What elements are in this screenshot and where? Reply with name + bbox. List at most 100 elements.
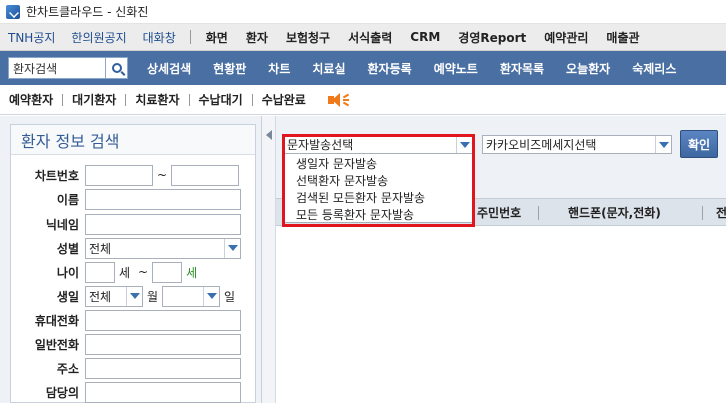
address-input[interactable]: [85, 357, 241, 379]
chart-no-from-input[interactable]: [85, 164, 153, 186]
label-mobile: 휴대전화: [34, 313, 79, 328]
row-birth: 생일 전체 월 일: [11, 285, 257, 307]
nav-form-print[interactable]: 서식출력: [339, 29, 401, 46]
column-divider: [702, 206, 703, 220]
patient-search-box: [8, 57, 128, 79]
menu-treatment-room[interactable]: 치료실: [301, 60, 356, 77]
menu-detail-search[interactable]: 상세검색: [136, 60, 202, 77]
nav-clinic-notice[interactable]: 한의원공지: [63, 29, 134, 46]
sms-select-value: 문자발송선택: [287, 138, 354, 152]
chevron-down-icon: [206, 293, 217, 299]
nav-crm[interactable]: CRM: [401, 30, 449, 44]
row-chart-no: 차트번호 ~: [11, 164, 257, 186]
nickname-input[interactable]: [85, 213, 241, 235]
age-unit-from: 세: [119, 265, 131, 280]
column-mobile[interactable]: 핸드폰(문자,전화): [568, 204, 661, 221]
nav-screen[interactable]: 화면: [197, 29, 237, 46]
column-resident-no[interactable]: 주민번호: [477, 204, 521, 221]
chevron-down-icon: [658, 141, 669, 148]
sms-option-birthday[interactable]: 생일자 문자발송: [284, 156, 472, 173]
status-reserved-patients[interactable]: 예약환자: [0, 91, 62, 108]
label-manager: 담당의: [45, 385, 79, 400]
app-icon: [6, 4, 20, 19]
manager-input[interactable]: [85, 381, 241, 403]
nav-patient[interactable]: 환자: [237, 29, 277, 46]
patient-search-panel: 환자 정보 검색 차트번호 ~ 이름 닉네임 성별 전체 나이 세 ~ 세 생일…: [0, 116, 262, 403]
nav-tnh-notice[interactable]: TNH공지: [0, 29, 63, 46]
menu-reservation-note[interactable]: 예약노트: [423, 60, 489, 77]
gender-value: 전체: [89, 241, 112, 256]
label-gender: 성별: [56, 241, 79, 256]
nav-management-report[interactable]: 경영Report: [449, 29, 535, 46]
menu-homework-list[interactable]: 숙제리스: [621, 60, 687, 77]
age-to-input[interactable]: [152, 261, 183, 283]
chevron-down-icon: [459, 141, 470, 148]
menu-chart[interactable]: 차트: [257, 60, 301, 77]
row-phone: 일반전화: [11, 333, 257, 355]
age-from-input[interactable]: [85, 261, 115, 283]
nav-sales[interactable]: 매출관: [597, 29, 648, 46]
sms-option-selected[interactable]: 선택환자 문자발송: [284, 173, 472, 190]
panel-splitter[interactable]: [262, 116, 276, 403]
row-nickname: 닉네임: [11, 213, 257, 235]
chart-no-to-input[interactable]: [171, 164, 240, 186]
menu-today-patients[interactable]: 오늘환자: [555, 60, 621, 77]
confirm-button[interactable]: 확인: [680, 130, 718, 158]
status-payment-complete[interactable]: 수납완료: [253, 91, 315, 108]
row-name: 이름: [11, 188, 257, 210]
menu-patient-list[interactable]: 환자목록: [489, 60, 555, 77]
row-age: 나이 세 ~ 세: [11, 261, 257, 283]
birth-day-select[interactable]: [162, 285, 221, 307]
row-mobile: 휴대전화: [11, 309, 257, 331]
patient-search-input[interactable]: [9, 58, 105, 78]
sms-options-list: 생일자 문자발송 선택환자 문자발송 검색된 모든환자 문자발송 모든 등록환자…: [283, 153, 473, 223]
menu-patient-register[interactable]: 환자등록: [357, 60, 423, 77]
column-partial[interactable]: 전: [716, 204, 726, 221]
row-manager: 담당의: [11, 381, 257, 403]
label-name: 이름: [56, 192, 79, 207]
status-payment-waiting[interactable]: 수납대기: [190, 91, 252, 108]
window-titlebar: 한차트클라우드 - 신화진: [0, 0, 726, 24]
mobile-input[interactable]: [85, 309, 241, 331]
label-chart-no: 차트번호: [34, 168, 79, 183]
birth-month-unit: 월: [147, 289, 159, 304]
name-input[interactable]: [85, 188, 241, 210]
status-treatment-patients[interactable]: 치료환자: [126, 91, 188, 108]
results-panel: 문자발송선택 생일자 문자발송 선택환자 문자발송 검색된 모든환자 문자발송 …: [276, 116, 726, 403]
row-gender: 성별 전체: [11, 237, 257, 259]
range-tilde: ~: [157, 168, 168, 182]
search-button[interactable]: [105, 58, 127, 78]
label-nickname: 닉네임: [45, 217, 79, 232]
sms-option-all-registered[interactable]: 모든 등록환자 문자발송: [284, 207, 472, 224]
phone-input[interactable]: [85, 333, 241, 355]
column-divider: [538, 206, 539, 220]
patient-status-bar: 예약환자 대기환자 치료환자 수납대기 수납완료: [0, 85, 726, 115]
sms-option-searched-all[interactable]: 검색된 모든환자 문자발송: [284, 190, 472, 207]
sms-send-select[interactable]: 문자발송선택: [283, 135, 473, 154]
chevron-down-icon: [227, 245, 238, 251]
status-waiting-patients[interactable]: 대기환자: [63, 91, 125, 108]
label-age: 나이: [56, 265, 79, 280]
panel-title: 환자 정보 검색: [11, 125, 255, 155]
sms-toolbar: 문자발송선택 생일자 문자발송 선택환자 문자발송 검색된 모든환자 문자발송 …: [276, 116, 726, 227]
nav-insurance-claim[interactable]: 보험청구: [277, 29, 339, 46]
kakao-message-select[interactable]: 카카오비즈메세지선택: [482, 135, 672, 154]
main-menubar: 상세검색 현황판 차트 치료실 환자등록 예약노트 환자목록 오늘환자 숙제리스: [0, 51, 726, 85]
gender-select[interactable]: 전체: [85, 237, 241, 259]
speaker-icon[interactable]: [327, 92, 349, 108]
age-unit-to: 세: [186, 265, 198, 280]
age-range-tilde: ~: [138, 265, 149, 279]
nav-chat[interactable]: 대화창: [135, 29, 184, 46]
nav-divider: [189, 30, 191, 44]
window-title: 한차트클라우드 - 신화진: [26, 5, 149, 19]
top-nav: TNH공지 한의원공지 대화창 화면 환자 보험청구 서식출력 CRM 경영Re…: [0, 24, 726, 51]
collapse-left-icon[interactable]: [265, 130, 272, 140]
label-birth: 생일: [56, 289, 79, 304]
kakao-select-value: 카카오비즈메세지선택: [486, 138, 597, 152]
label-phone: 일반전화: [34, 337, 79, 352]
row-address: 주소: [11, 357, 257, 379]
nav-reservation[interactable]: 예약관리: [535, 29, 597, 46]
menu-status-board[interactable]: 현황판: [202, 60, 257, 77]
birth-month-select[interactable]: 전체: [85, 285, 143, 307]
birth-day-unit: 일: [224, 289, 236, 304]
